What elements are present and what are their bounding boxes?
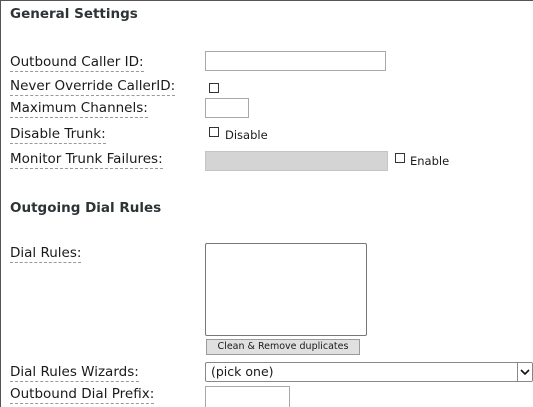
outbound-caller-id-label: Outbound Caller ID: bbox=[10, 54, 144, 72]
disable-trunk-label: Disable Trunk: bbox=[10, 126, 106, 144]
monitor-trunk-failures-enable-checkbox[interactable] bbox=[395, 153, 405, 163]
monitor-trunk-failures-label: Monitor Trunk Failures: bbox=[10, 151, 163, 169]
never-override-callerid-checkbox[interactable] bbox=[209, 83, 219, 93]
frame-top-border bbox=[0, 0, 533, 1]
outbound-caller-id-input[interactable] bbox=[205, 51, 386, 71]
chevron-down-icon[interactable] bbox=[517, 363, 532, 381]
maximum-channels-label: Maximum Channels: bbox=[10, 100, 148, 118]
dial-rules-wizards-selected: (pick one) bbox=[211, 364, 274, 379]
frame-left-border bbox=[0, 0, 1, 407]
maximum-channels-input[interactable] bbox=[205, 98, 249, 118]
outbound-dial-prefix-label: Outbound Dial Prefix: bbox=[10, 386, 155, 404]
section-title-outgoing-dial-rules: Outgoing Dial Rules bbox=[10, 200, 162, 216]
dial-rules-label: Dial Rules: bbox=[10, 245, 82, 263]
dial-rules-wizards-label: Dial Rules Wizards: bbox=[10, 364, 139, 382]
dial-rules-textarea[interactable] bbox=[205, 243, 367, 336]
outbound-dial-prefix-input[interactable] bbox=[205, 386, 290, 407]
monitor-trunk-failures-enable-label: Enable bbox=[410, 154, 450, 168]
section-title-general: General Settings bbox=[10, 6, 138, 22]
never-override-callerid-label: Never Override CallerID: bbox=[10, 78, 176, 96]
disable-trunk-checkbox[interactable] bbox=[209, 127, 219, 137]
dial-rules-wizards-select[interactable]: (pick one) bbox=[205, 362, 533, 382]
clean-remove-duplicates-button[interactable]: Clean & Remove duplicates bbox=[206, 339, 360, 355]
disable-trunk-checkbox-label: Disable bbox=[225, 128, 268, 142]
monitor-trunk-failures-input bbox=[205, 151, 388, 171]
